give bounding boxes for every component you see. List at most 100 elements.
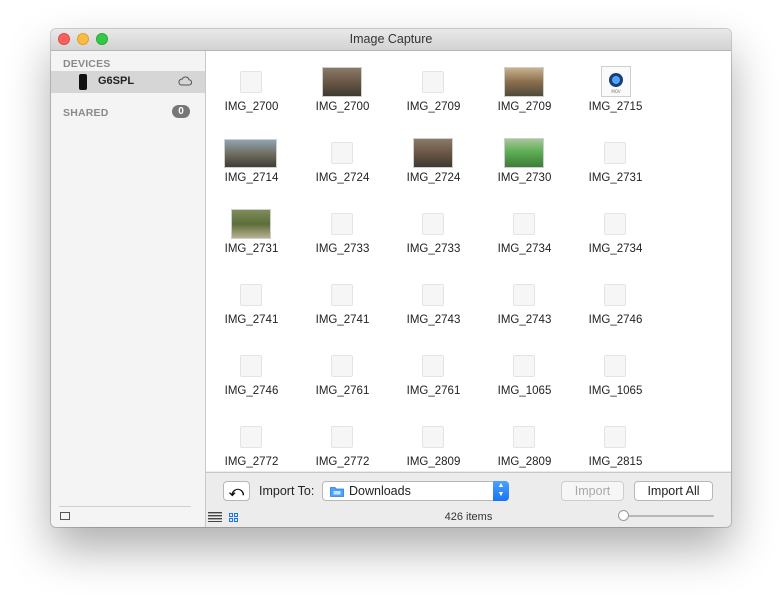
cloud-icon[interactable]: [178, 76, 192, 86]
thumbnail-size-slider[interactable]: [618, 510, 714, 522]
image-item[interactable]: IMG_2733: [388, 193, 479, 264]
image-item[interactable]: IMG_2743: [479, 264, 570, 335]
image-filename: IMG_2700: [315, 101, 370, 113]
image-filename: IMG_2809: [497, 456, 552, 468]
image-filename: IMG_2761: [406, 385, 461, 397]
photo-thumbnail: [413, 138, 453, 168]
image-item[interactable]: IMG_1065: [570, 335, 661, 406]
thumbnail-placeholder: [331, 284, 353, 306]
thumbnail-placeholder: [422, 284, 444, 306]
import-button[interactable]: Import: [561, 481, 624, 501]
image-filename: IMG_2743: [406, 314, 461, 326]
thumbnail-placeholder: [240, 426, 262, 448]
image-item[interactable]: IMG_2761: [388, 335, 479, 406]
thumbnail-placeholder: [513, 213, 535, 235]
image-item[interactable]: IMG_2734: [479, 193, 570, 264]
svg-text:MOV: MOV: [611, 89, 621, 94]
image-item[interactable]: IMG_2700: [297, 51, 388, 122]
image-item[interactable]: IMG_2772: [206, 406, 297, 477]
thumbnail-placeholder: [331, 142, 353, 164]
thumbnail-placeholder: [513, 355, 535, 377]
thumbnail-placeholder: [422, 71, 444, 93]
image-item[interactable]: IMG_2809: [479, 406, 570, 477]
image-item[interactable]: IMG_2772: [297, 406, 388, 477]
image-item[interactable]: IMG_2709: [388, 51, 479, 122]
image-item[interactable]: IMG_2743: [388, 264, 479, 335]
image-item[interactable]: IMG_2741: [206, 264, 297, 335]
thumbnail-placeholder: [422, 355, 444, 377]
thumbnail-placeholder: [422, 426, 444, 448]
image-filename: IMG_2741: [315, 314, 370, 326]
image-filename: IMG_2809: [406, 456, 461, 468]
image-item[interactable]: IMG_2815: [570, 406, 661, 477]
image-item[interactable]: IMG_2741: [297, 264, 388, 335]
image-filename: IMG_2731: [224, 243, 279, 255]
image-filename: IMG_2741: [224, 314, 279, 326]
image-item[interactable]: IMG_2709: [479, 51, 570, 122]
devices-header: DEVICES: [63, 58, 111, 70]
image-filename: IMG_1065: [497, 385, 552, 397]
image-item[interactable]: IMG_2761: [297, 335, 388, 406]
image-item[interactable]: IMG_2700: [206, 51, 297, 122]
image-filename: IMG_2700: [224, 101, 279, 113]
thumbnail-placeholder: [240, 355, 262, 377]
photo-thumbnail: [504, 138, 544, 168]
image-filename: IMG_2746: [224, 385, 279, 397]
chevron-updown-icon: ▲ ▼: [493, 481, 509, 501]
movie-file-icon: MOV: [601, 66, 631, 97]
image-filename: IMG_2761: [315, 385, 370, 397]
thumbnail-placeholder: [331, 355, 353, 377]
image-filename: IMG_2730: [497, 172, 552, 184]
image-filename: IMG_2724: [406, 172, 461, 184]
import-to-label: Import To:: [259, 484, 315, 498]
thumbnail-placeholder: [604, 426, 626, 448]
image-filename: IMG_2709: [406, 101, 461, 113]
folder-icon: [330, 487, 344, 497]
image-item[interactable]: MOV IMG_2715: [570, 51, 661, 122]
image-item[interactable]: IMG_2731: [570, 122, 661, 193]
image-item[interactable]: IMG_2746: [570, 264, 661, 335]
slider-track: [622, 515, 714, 517]
image-item[interactable]: IMG_2724: [388, 122, 479, 193]
photo-thumbnail: [224, 139, 277, 168]
image-filename: IMG_2743: [497, 314, 552, 326]
image-item[interactable]: IMG_2714: [206, 122, 297, 193]
slider-knob[interactable]: [618, 510, 629, 521]
photo-thumbnail: [504, 67, 544, 97]
image-item[interactable]: IMG_2730: [479, 122, 570, 193]
sidebar-divider: [59, 506, 191, 507]
import-all-button[interactable]: Import All: [634, 481, 713, 501]
image-filename: IMG_2733: [315, 243, 370, 255]
bottom-toolbar: ⤺ Import To: Downloads ▲ ▼ Import Import …: [206, 472, 731, 527]
destination-select[interactable]: Downloads ▲ ▼: [322, 481, 509, 501]
thumbnail-placeholder: [422, 213, 444, 235]
thumbnail-placeholder: [604, 284, 626, 306]
image-item[interactable]: IMG_2724: [297, 122, 388, 193]
thumbnail-placeholder: [604, 213, 626, 235]
thumbnail-placeholder: [240, 284, 262, 306]
image-item[interactable]: IMG_1065: [479, 335, 570, 406]
image-filename: IMG_2715: [588, 101, 643, 113]
shared-count-badge: 0: [172, 105, 190, 118]
image-filename: IMG_2714: [224, 172, 279, 184]
image-item[interactable]: IMG_2746: [206, 335, 297, 406]
image-item[interactable]: IMG_2809: [388, 406, 479, 477]
thumbnail-placeholder: [604, 142, 626, 164]
rotate-button[interactable]: ⤺: [223, 481, 250, 501]
thumbnail-placeholder: [604, 355, 626, 377]
window-title: Image Capture: [349, 32, 433, 46]
sidebar: DEVICES G6SPL SHARED 0: [51, 51, 206, 527]
device-info-icon[interactable]: [60, 512, 70, 520]
image-filename: IMG_2772: [315, 456, 370, 468]
sidebar-item-device[interactable]: G6SPL: [51, 71, 205, 93]
image-filename: IMG_2772: [224, 456, 279, 468]
image-filename: IMG_2815: [588, 456, 643, 468]
destination-value: Downloads: [349, 484, 411, 498]
title-bar[interactable]: Image Capture: [51, 29, 731, 51]
image-item[interactable]: IMG_2731: [206, 193, 297, 264]
image-item[interactable]: IMG_2734: [570, 193, 661, 264]
photo-thumbnail: [231, 209, 271, 239]
image-filename: IMG_2724: [315, 172, 370, 184]
image-item[interactable]: IMG_2733: [297, 193, 388, 264]
image-capture-window: Image Capture DEVICES G6SPL SHARED 0 IMG…: [51, 29, 731, 527]
